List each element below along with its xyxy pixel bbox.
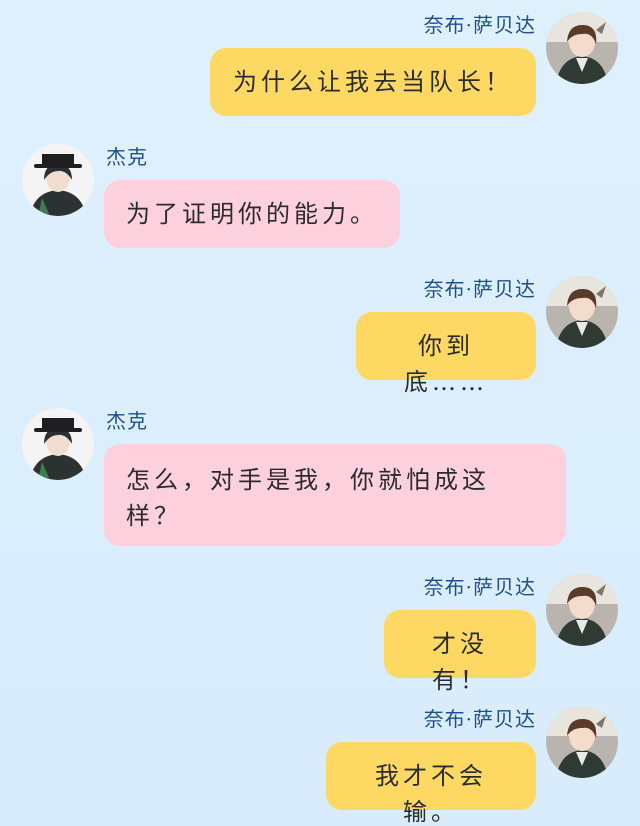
nabu-avatar-icon[interactable] bbox=[546, 276, 618, 348]
sender-name: 奈布·萨贝达 bbox=[423, 277, 536, 301]
message-row: 奈布·萨贝达 我才不会输。 bbox=[0, 706, 640, 826]
sender-name: 奈布·萨贝达 bbox=[423, 707, 536, 731]
message-bubble[interactable]: 才没有！ bbox=[384, 610, 536, 694]
jack-avatar-icon[interactable] bbox=[22, 408, 94, 480]
message-bubble[interactable]: 为什么让我去当队长！ bbox=[210, 48, 536, 116]
message-bubble[interactable]: 我才不会输。 bbox=[326, 742, 536, 826]
message-row: 杰克 怎么，对手是我，你就怕成这样？ bbox=[0, 408, 640, 548]
jack-avatar-icon[interactable] bbox=[22, 144, 94, 216]
message-bubble[interactable]: 你到底…… bbox=[356, 312, 536, 396]
message-row: 奈布·萨贝达 为什么让我去当队长！ bbox=[0, 12, 640, 122]
message-bubble[interactable]: 为了证明你的能力。 bbox=[104, 180, 400, 248]
nabu-avatar-icon[interactable] bbox=[546, 574, 618, 646]
message-row: 奈布·萨贝达 你到底…… bbox=[0, 276, 640, 396]
message-row: 杰克 为了证明你的能力。 bbox=[0, 144, 640, 254]
sender-name: 杰克 bbox=[106, 145, 148, 169]
sender-name: 奈布·萨贝达 bbox=[423, 575, 536, 599]
message-row: 奈布·萨贝达 才没有！ bbox=[0, 574, 640, 694]
sender-name: 奈布·萨贝达 bbox=[423, 13, 536, 37]
nabu-avatar-icon[interactable] bbox=[546, 12, 618, 84]
nabu-avatar-icon[interactable] bbox=[546, 706, 618, 778]
message-bubble[interactable]: 怎么，对手是我，你就怕成这样？ bbox=[104, 444, 566, 546]
sender-name: 杰克 bbox=[106, 409, 148, 433]
